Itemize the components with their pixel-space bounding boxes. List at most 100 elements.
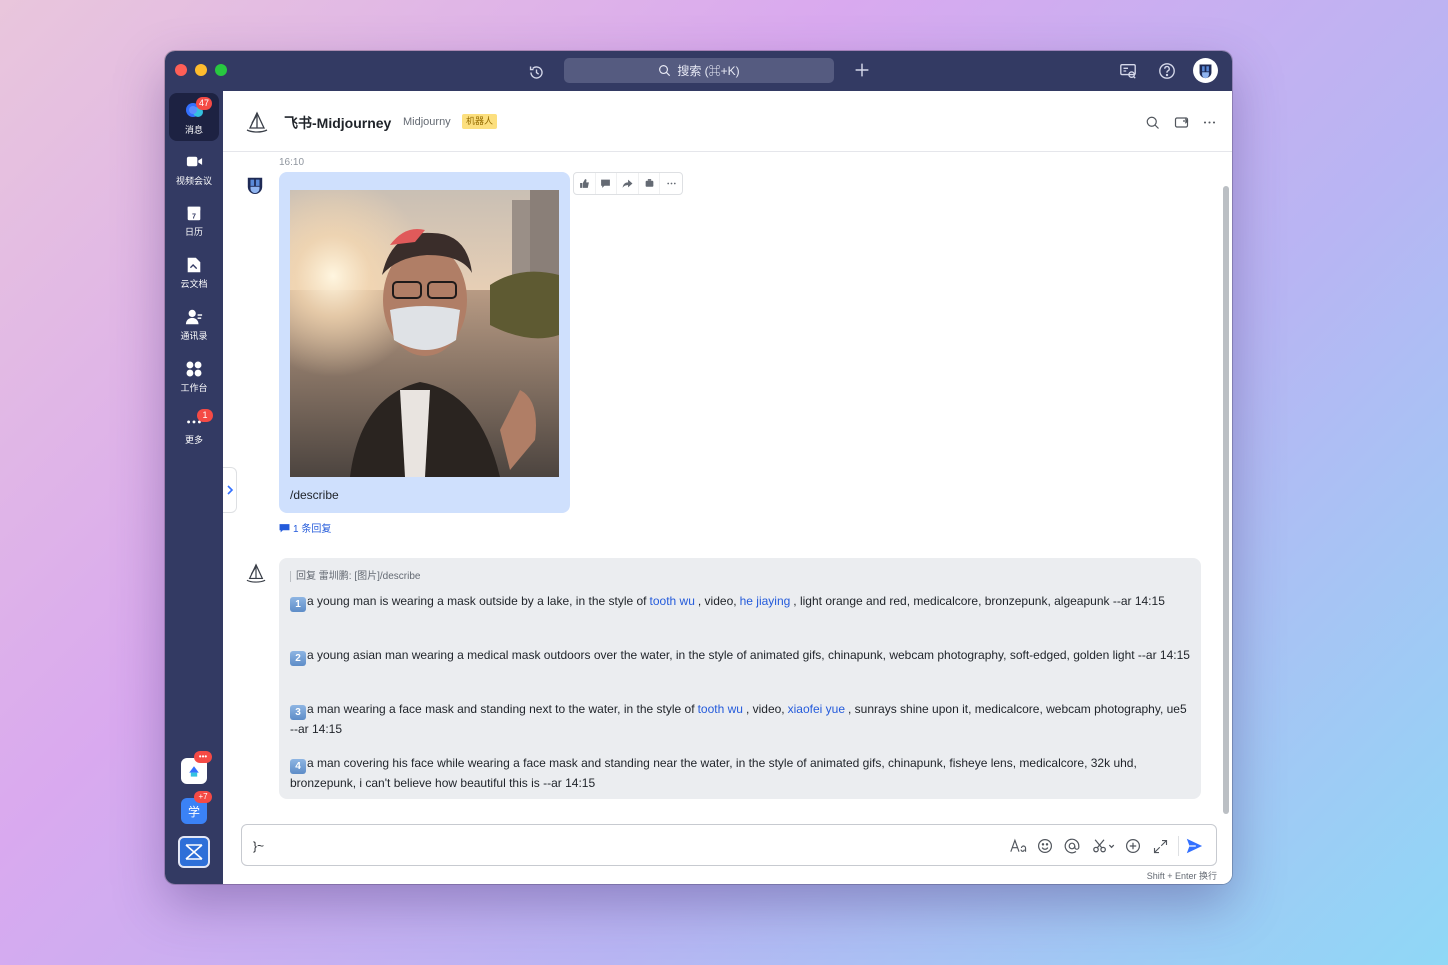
artist-link[interactable]: tooth wu xyxy=(647,594,698,608)
thread-reply-link[interactable]: 1 条回复 xyxy=(279,520,331,535)
sidebar-item-label: 更多 xyxy=(184,435,203,445)
feishu-icon xyxy=(185,844,203,860)
send-icon xyxy=(1186,838,1203,854)
sidebar-item-contacts[interactable]: 通讯录 xyxy=(169,301,219,349)
sidebar-app-pinned[interactable]: ••• xyxy=(181,751,212,784)
scissors-icon xyxy=(1093,839,1115,853)
comment-icon xyxy=(601,179,611,188)
pin-button[interactable] xyxy=(639,173,661,194)
composer-hint: Shift + Enter 换行 xyxy=(1146,871,1217,881)
sidebar-item-calendar[interactable]: 7 日历 xyxy=(169,197,219,245)
history-button[interactable] xyxy=(525,61,547,83)
unread-badge: 47 xyxy=(196,97,213,110)
result-text: a man wearing a face mask and standing n… xyxy=(307,702,695,716)
search-icon xyxy=(659,65,671,77)
help-button[interactable] xyxy=(1156,60,1178,82)
search-icon xyxy=(1146,116,1159,129)
describe-result-4: 4a man covering his face while wearing a… xyxy=(290,754,1190,792)
search-placeholder: 搜索 (⌘+K) xyxy=(677,64,740,78)
mention-button[interactable] xyxy=(1062,836,1082,856)
search-chat-button[interactable] xyxy=(1143,113,1161,131)
title-bar: 搜索 (⌘+K) xyxy=(165,51,1232,91)
expand-sidebar-button[interactable] xyxy=(223,467,237,513)
chat-title: 飞书-Midjourney xyxy=(284,115,392,131)
sidebar-item-more[interactable]: 更多 1 xyxy=(169,405,219,453)
artist-link[interactable]: he jiaying xyxy=(737,594,794,608)
create-button[interactable] xyxy=(851,60,873,82)
bot-avatar[interactable] xyxy=(245,563,267,583)
zoom-window-button[interactable] xyxy=(215,64,227,76)
message-action-bar xyxy=(573,172,683,195)
composer-divider xyxy=(1178,836,1179,856)
app-window: 搜索 (⌘+K) 消息 47 视频会议 7 日历 云文档 通讯录 工作台 更多 … xyxy=(165,51,1232,884)
chat-subtitle: Midjourny xyxy=(403,116,451,128)
message-image[interactable] xyxy=(290,190,559,477)
sidebar-item-label: 日历 xyxy=(184,227,203,237)
bot-tag: 机器人 xyxy=(462,114,498,129)
format-button[interactable] xyxy=(1009,836,1029,856)
forward-button[interactable] xyxy=(617,173,639,194)
chat-header: 飞书-Midjourney Midjourny 机器人 xyxy=(223,91,1232,152)
plus-circle-icon xyxy=(1126,839,1140,853)
sidebar-item-label: 视频会议 xyxy=(175,176,212,186)
bot-message-bubble[interactable]: 回复 雷圳鹏: [图片]/describe 1a young man is we… xyxy=(279,558,1201,799)
sidebar-item-messages[interactable]: 消息 47 xyxy=(169,93,219,141)
sidebar-app-feishu[interactable] xyxy=(178,836,210,868)
user-avatar[interactable] xyxy=(246,176,264,194)
result-text: , video, xyxy=(697,594,737,608)
user-message-bubble[interactable]: /describe xyxy=(279,172,570,513)
emoji-button[interactable] xyxy=(1035,836,1055,856)
contacts-icon xyxy=(185,309,203,325)
meeting-room-icon xyxy=(1120,64,1136,79)
describe-result-3: 3a man wearing a face mask and standing … xyxy=(290,700,1190,738)
forward-icon xyxy=(622,179,633,188)
thumbs-up-icon xyxy=(579,179,589,188)
sidebar-item-docs[interactable]: 云文档 xyxy=(169,249,219,297)
add-attachment-button[interactable] xyxy=(1123,836,1143,856)
global-search-box[interactable]: 搜索 (⌘+K) xyxy=(564,58,834,83)
sidebar-app-learn[interactable]: 学 +7 xyxy=(181,791,212,824)
reply-quote: 回复 雷圳鹏: [图片]/describe xyxy=(290,571,420,582)
like-button[interactable] xyxy=(574,173,596,194)
workplace-icon xyxy=(186,361,202,377)
message-timestamp: 16:10 xyxy=(279,157,305,168)
artist-link[interactable]: xiaofei yue xyxy=(785,702,848,716)
history-icon xyxy=(529,65,543,79)
video-icon xyxy=(186,156,202,167)
sidebar-nav: 消息 47 视频会议 7 日历 云文档 通讯录 工作台 更多 1 ••• 学 +… xyxy=(165,91,223,884)
sidebar-item-workplace[interactable]: 工作台 xyxy=(169,353,219,401)
share-icon xyxy=(1174,116,1188,128)
sidebar-item-label: 云文档 xyxy=(180,279,208,289)
more-icon xyxy=(1203,120,1215,124)
keycap-number: 3 xyxy=(290,705,306,720)
result-text: a man covering his face while wearing a … xyxy=(290,756,1137,790)
at-icon xyxy=(1064,838,1080,854)
describe-result-2: 2a young asian man wearing a medical mas… xyxy=(290,646,1190,666)
share-chat-button[interactable] xyxy=(1172,113,1190,131)
meeting-room-button[interactable] xyxy=(1117,60,1139,82)
text-format-icon xyxy=(1010,838,1027,852)
calendar-day: 7 xyxy=(192,211,196,220)
minimize-window-button[interactable] xyxy=(195,64,207,76)
screenshot-button[interactable] xyxy=(1091,836,1117,856)
expand-icon xyxy=(1153,839,1167,853)
chat-more-button[interactable] xyxy=(1200,113,1218,131)
message-input[interactable] xyxy=(253,839,953,853)
artist-link[interactable]: tooth wu xyxy=(695,702,746,716)
app-badge: ••• xyxy=(194,751,212,763)
expand-composer-button[interactable] xyxy=(1150,836,1170,856)
sidebar-item-video-meeting[interactable]: 视频会议 xyxy=(169,145,219,193)
message-more-button[interactable] xyxy=(660,173,682,194)
chat-scrollbar[interactable] xyxy=(1223,186,1229,814)
photo-portrait-image xyxy=(290,190,559,477)
send-button[interactable] xyxy=(1184,836,1204,856)
avatar-logo-icon xyxy=(1199,64,1212,79)
keycap-number: 2 xyxy=(290,651,306,666)
reply-button[interactable] xyxy=(596,173,618,194)
profile-avatar[interactable] xyxy=(1193,58,1218,83)
close-window-button[interactable] xyxy=(175,64,187,76)
calendar-icon: 7 xyxy=(187,206,201,220)
sidebar-item-label: 通讯录 xyxy=(180,331,208,341)
sidebar-item-label: 工作台 xyxy=(180,383,208,393)
learn-icon: 学 xyxy=(187,804,200,819)
